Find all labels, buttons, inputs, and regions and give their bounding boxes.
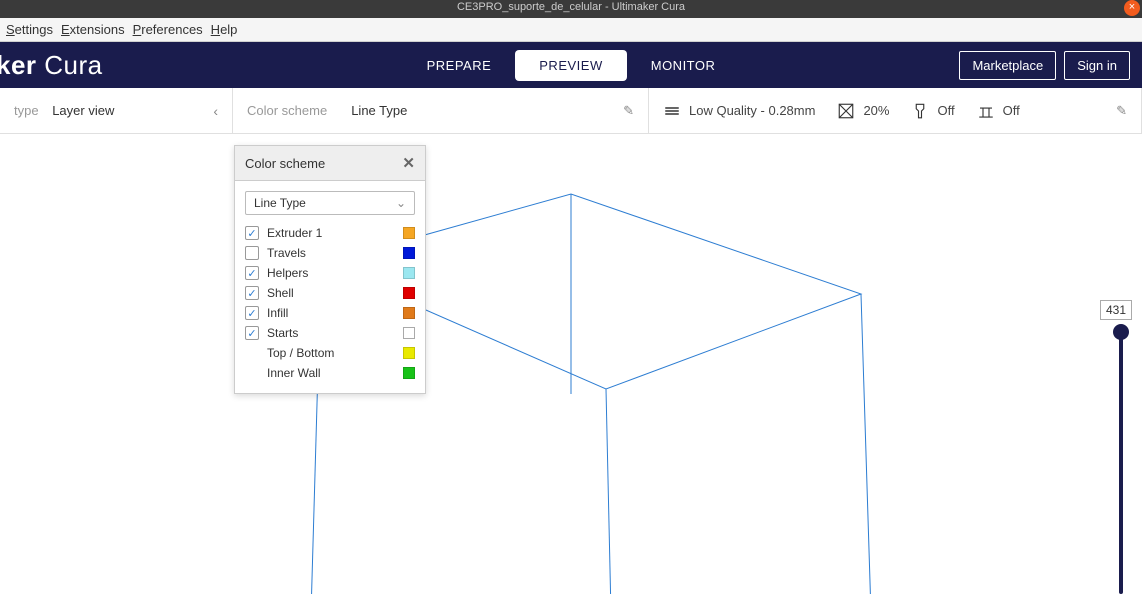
window-title: CE3PRO_suporte_de_celular - Ultimaker Cu… [457,1,685,13]
profile-setting: Low Quality - 0.28mm [663,102,815,120]
legend-item-label: Top / Bottom [267,346,334,360]
legend-row: Top / Bottom [245,343,415,363]
color-swatch [403,307,415,319]
view-type-label: type [14,103,39,118]
layers-icon [663,102,681,120]
color-swatch [403,227,415,239]
menu-help[interactable]: Help [211,22,238,37]
layer-slider[interactable]: 431 [1110,300,1132,594]
window-titlebar: CE3PRO_suporte_de_celular - Ultimaker Cu… [0,0,1142,18]
close-icon[interactable]: × [1124,0,1140,16]
legend-checkbox[interactable] [245,286,259,300]
infill-icon [837,102,855,120]
toolbar: type Layer view ‹ Color scheme Line Type… [0,88,1142,134]
legend-item-label: Extruder 1 [267,226,322,240]
legend-item-label: Inner Wall [267,366,321,380]
tab-monitor[interactable]: MONITOR [627,50,740,81]
color-swatch [403,367,415,379]
menu-bar: Settings Extensions Preferences Help [0,18,1142,42]
pencil-icon[interactable]: ✎ [623,103,634,119]
menu-extensions[interactable]: Extensions [61,22,125,37]
menu-settings[interactable]: Settings [6,22,53,37]
adhesion-setting: Off [977,102,1020,120]
top-bar: ker Cura PREPARE PREVIEW MONITOR Marketp… [0,42,1142,88]
legend-checkbox[interactable] [245,266,259,280]
chevron-down-icon: ⌄ [396,196,406,210]
legend-row: Extruder 1 [245,223,415,243]
view-type-value: Layer view [52,103,114,118]
legend-checkbox[interactable] [245,306,259,320]
support-setting: Off [911,102,954,120]
tab-preview[interactable]: PREVIEW [515,50,626,81]
adhesion-icon [977,102,995,120]
layer-count-badge: 431 [1100,300,1132,320]
signin-button[interactable]: Sign in [1064,51,1130,80]
infill-setting: 20% [837,102,889,120]
legend-row: Infill [245,303,415,323]
color-scheme-value: Line Type [351,103,407,118]
legend-row: Travels [245,243,415,263]
panel-title: Color scheme [245,156,325,171]
legend-item-label: Shell [267,286,294,300]
menu-preferences[interactable]: Preferences [133,22,203,37]
legend-checkbox[interactable] [245,226,259,240]
legend-item-label: Travels [267,246,306,260]
marketplace-button[interactable]: Marketplace [959,51,1056,80]
legend-row: Shell [245,283,415,303]
print-settings-bar[interactable]: Low Quality - 0.28mm 20% Off Off ✎ [649,88,1142,133]
color-scheme-label: Color scheme [247,103,327,118]
legend-row: Starts [245,323,415,343]
legend-row: Inner Wall [245,363,415,383]
color-scheme-dropdown[interactable]: Line Type ⌄ [245,191,415,215]
color-swatch [403,327,415,339]
color-swatch [403,247,415,259]
slider-track[interactable] [1119,330,1123,594]
viewport-3d[interactable] [0,134,1142,594]
tab-prepare[interactable]: PREPARE [403,50,516,81]
legend-item-label: Helpers [267,266,308,280]
color-swatch [403,267,415,279]
support-icon [911,102,929,120]
legend-checkbox[interactable] [245,246,259,260]
legend-item-label: Starts [267,326,298,340]
chevron-left-icon[interactable]: ‹ [213,103,218,119]
color-scheme-panel: Color scheme ✕ Line Type ⌄ Extruder 1 Tra… [234,145,426,394]
color-swatch [403,287,415,299]
legend-checkbox[interactable] [245,326,259,340]
legend-item-label: Infill [267,306,288,320]
legend-row: Helpers [245,263,415,283]
pencil-icon[interactable]: ✎ [1116,103,1127,119]
slider-handle[interactable] [1113,324,1129,340]
view-type-selector[interactable]: type Layer view ‹ [0,88,233,133]
close-icon[interactable]: ✕ [402,154,415,172]
color-swatch [403,347,415,359]
color-scheme-selector[interactable]: Color scheme Line Type ✎ [233,88,649,133]
